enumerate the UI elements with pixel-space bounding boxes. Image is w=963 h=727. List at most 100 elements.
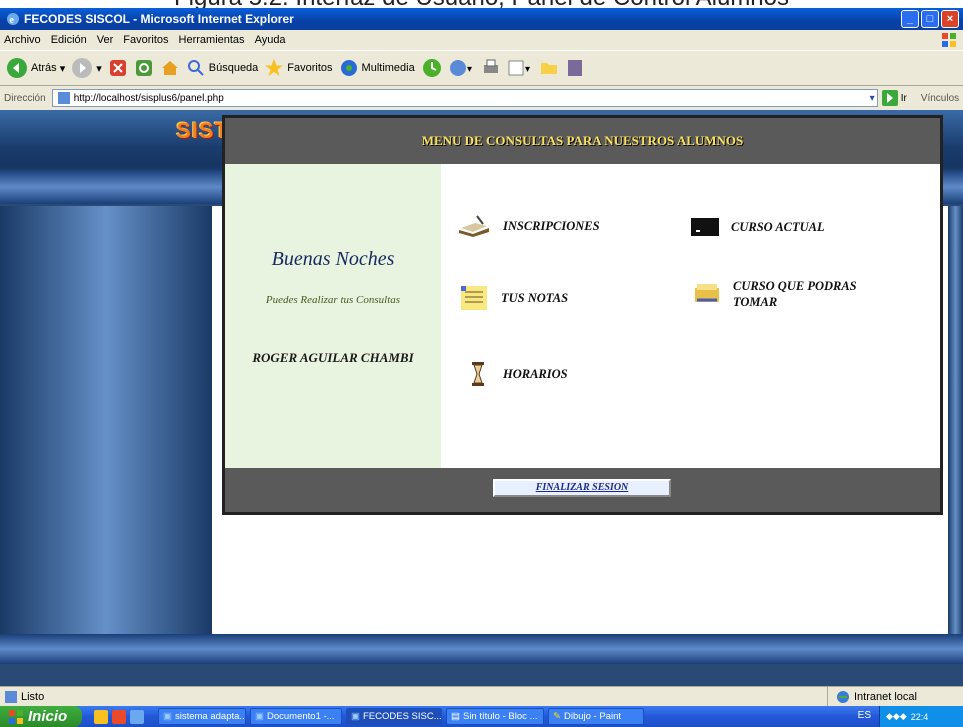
decorative-left-column — [0, 206, 212, 634]
task-sistema-label: sistema adapta... — [174, 711, 246, 722]
system-tray: ◆◆◆ 22:4 — [879, 706, 963, 727]
task-documento[interactable]: ▣ Documento1 -... — [250, 708, 342, 725]
option-inscripciones[interactable]: INSCRIPCIONES — [457, 214, 600, 238]
user-info: Buenas Noches Puedes Realizar tus Consul… — [225, 164, 441, 468]
menu-panel: MENU DE CONSULTAS PARA NUESTROS ALUMNOS … — [222, 115, 943, 515]
close-button[interactable]: × — [941, 10, 959, 28]
page-status-icon — [5, 690, 17, 703]
go-button[interactable]: Ir — [881, 90, 907, 106]
media-icon — [340, 60, 357, 76]
menu-edicion[interactable]: Edición — [51, 34, 87, 46]
page-icon — [57, 92, 70, 104]
home-icon[interactable] — [160, 58, 180, 78]
task-documento-label: Documento1 -... — [266, 711, 335, 722]
ie-icon: e — [7, 13, 19, 26]
course-icon — [695, 284, 719, 302]
links-label[interactable]: Vínculos — [921, 93, 959, 104]
status-bar: Listo Intranet local — [0, 686, 963, 707]
menu-ver[interactable]: Ver — [97, 34, 114, 46]
option-curso-actual[interactable]: CURSO ACTUAL — [691, 218, 825, 236]
option-curso-futuro-label: CURSO QUE PODRAS TOMAR — [733, 279, 857, 309]
decorative-footer-bar — [0, 634, 963, 664]
user-name: ROGER AGUILAR CHAMBI — [252, 350, 414, 365]
menu-archivo[interactable]: Archivo — [4, 34, 41, 46]
mail-icon[interactable]: ▾ — [449, 58, 475, 78]
address-url: http://localhost/sisplus6/panel.php — [73, 92, 224, 104]
address-input[interactable]: http://localhost/sisplus6/panel.php ▾ — [51, 89, 878, 107]
panel-footer: FINALIZAR SESION — [225, 468, 940, 512]
quick-launch-ie-icon[interactable] — [130, 709, 144, 724]
task-bloc-label: Sin título - Bloc ... — [462, 711, 538, 722]
task-sistema[interactable]: ▣ sistema adapta... — [158, 708, 246, 725]
windows-logo-icon — [942, 33, 956, 47]
stop-icon[interactable] — [108, 58, 128, 78]
search-icon — [187, 60, 204, 76]
svg-text:▾: ▾ — [467, 64, 472, 75]
quick-launch-explorer-icon[interactable] — [94, 709, 108, 724]
edit-icon[interactable]: ▾ — [507, 58, 533, 78]
search-label: Búsqueda — [208, 62, 259, 74]
toolbar: Atrás ▾ ▾ Búsqueda Favoritos Multimedia ▾… — [0, 50, 963, 86]
folder-icon[interactable] — [539, 58, 559, 78]
print-icon[interactable] — [481, 58, 501, 78]
option-curso-que-podras-tomar[interactable]: CURSO QUE PODRAS TOMAR — [693, 278, 903, 310]
minimize-button[interactable]: _ — [901, 10, 919, 28]
menu-ayuda[interactable]: Ayuda — [255, 34, 286, 46]
address-bar: Dirección http://localhost/sisplus6/pane… — [0, 86, 963, 110]
forward-arrow-icon — [72, 58, 93, 78]
figure-caption: Figura 5.2. Interfaz de Usuario, Panel d… — [0, 0, 963, 10]
favorites-label: Favoritos — [287, 62, 333, 74]
book-icon — [459, 215, 489, 237]
media-button[interactable]: Multimedia — [339, 58, 415, 78]
option-inscripciones-label: INSCRIPCIONES — [503, 219, 600, 233]
option-horarios-label: HORARIOS — [503, 367, 568, 381]
back-button[interactable]: Atrás ▾ — [6, 57, 65, 79]
refresh-icon[interactable] — [134, 58, 154, 78]
quick-launch — [94, 709, 154, 724]
language-indicator[interactable]: ES — [858, 710, 871, 721]
menu-favoritos[interactable]: Favoritos — [123, 34, 168, 46]
media-label: Multimedia — [361, 62, 415, 74]
task-bloc[interactable]: ▤ Sin título - Bloc ... — [446, 708, 544, 725]
blackboard-icon — [691, 218, 719, 236]
quick-launch-office-icon[interactable] — [112, 709, 126, 724]
clock: 22:4 — [910, 711, 929, 722]
option-curso-actual-label: CURSO ACTUAL — [731, 220, 825, 234]
option-tus-notas[interactable]: TUS NOTAS — [459, 284, 568, 312]
messenger-icon[interactable] — [565, 58, 585, 78]
task-paint-label: Dibujo - Paint — [563, 711, 621, 722]
back-arrow-icon — [7, 58, 27, 78]
svg-text:e: e — [10, 15, 15, 26]
task-fecodes-label: FECODES SISC... — [362, 711, 442, 722]
task-fecodes[interactable]: ▣ FECODES SISC... — [346, 708, 442, 725]
search-button[interactable]: Búsqueda — [186, 58, 259, 78]
notes-icon — [461, 286, 487, 310]
start-button[interactable]: Inicio — [0, 706, 82, 727]
security-zone: Intranet local — [827, 687, 957, 707]
windows-flag-icon — [9, 709, 23, 724]
task-paint[interactable]: ✎ Dibujo - Paint — [548, 708, 644, 725]
zone-label: Intranet local — [854, 691, 917, 703]
taskbar: Inicio ▣ sistema adapta... ▣ Documento1 -.… — [0, 706, 963, 727]
maximize-button[interactable]: □ — [921, 10, 939, 28]
decorative-right-column — [948, 206, 963, 634]
prompt-text: Puedes Realizar tus Consultas — [265, 294, 401, 306]
logout-button[interactable]: FINALIZAR SESION — [493, 479, 671, 497]
go-label: Ir — [900, 92, 907, 104]
window-title: FECODES SISCOL - Microsoft Internet Expl… — [24, 12, 294, 26]
star-icon — [265, 59, 284, 76]
favorites-button[interactable]: Favoritos — [264, 58, 333, 78]
greeting: Buenas Noches — [271, 248, 395, 270]
svg-text:▾: ▾ — [525, 64, 530, 75]
status-text: Listo — [21, 690, 45, 703]
forward-button[interactable]: ▾ — [71, 57, 102, 79]
history-icon[interactable] — [421, 57, 443, 79]
menu-herramientas[interactable]: Herramientas — [179, 34, 245, 46]
window-titlebar: e FECODES SISCOL - Microsoft Internet Ex… — [0, 8, 963, 30]
option-tus-notas-label: TUS NOTAS — [501, 291, 569, 305]
go-arrow-icon — [881, 90, 898, 106]
tray-icons: ◆◆◆ — [886, 711, 907, 721]
intranet-icon — [837, 691, 849, 703]
panel-title: MENU DE CONSULTAS PARA NUESTROS ALUMNOS — [225, 118, 940, 164]
option-horarios[interactable]: HORARIOS — [471, 362, 568, 386]
